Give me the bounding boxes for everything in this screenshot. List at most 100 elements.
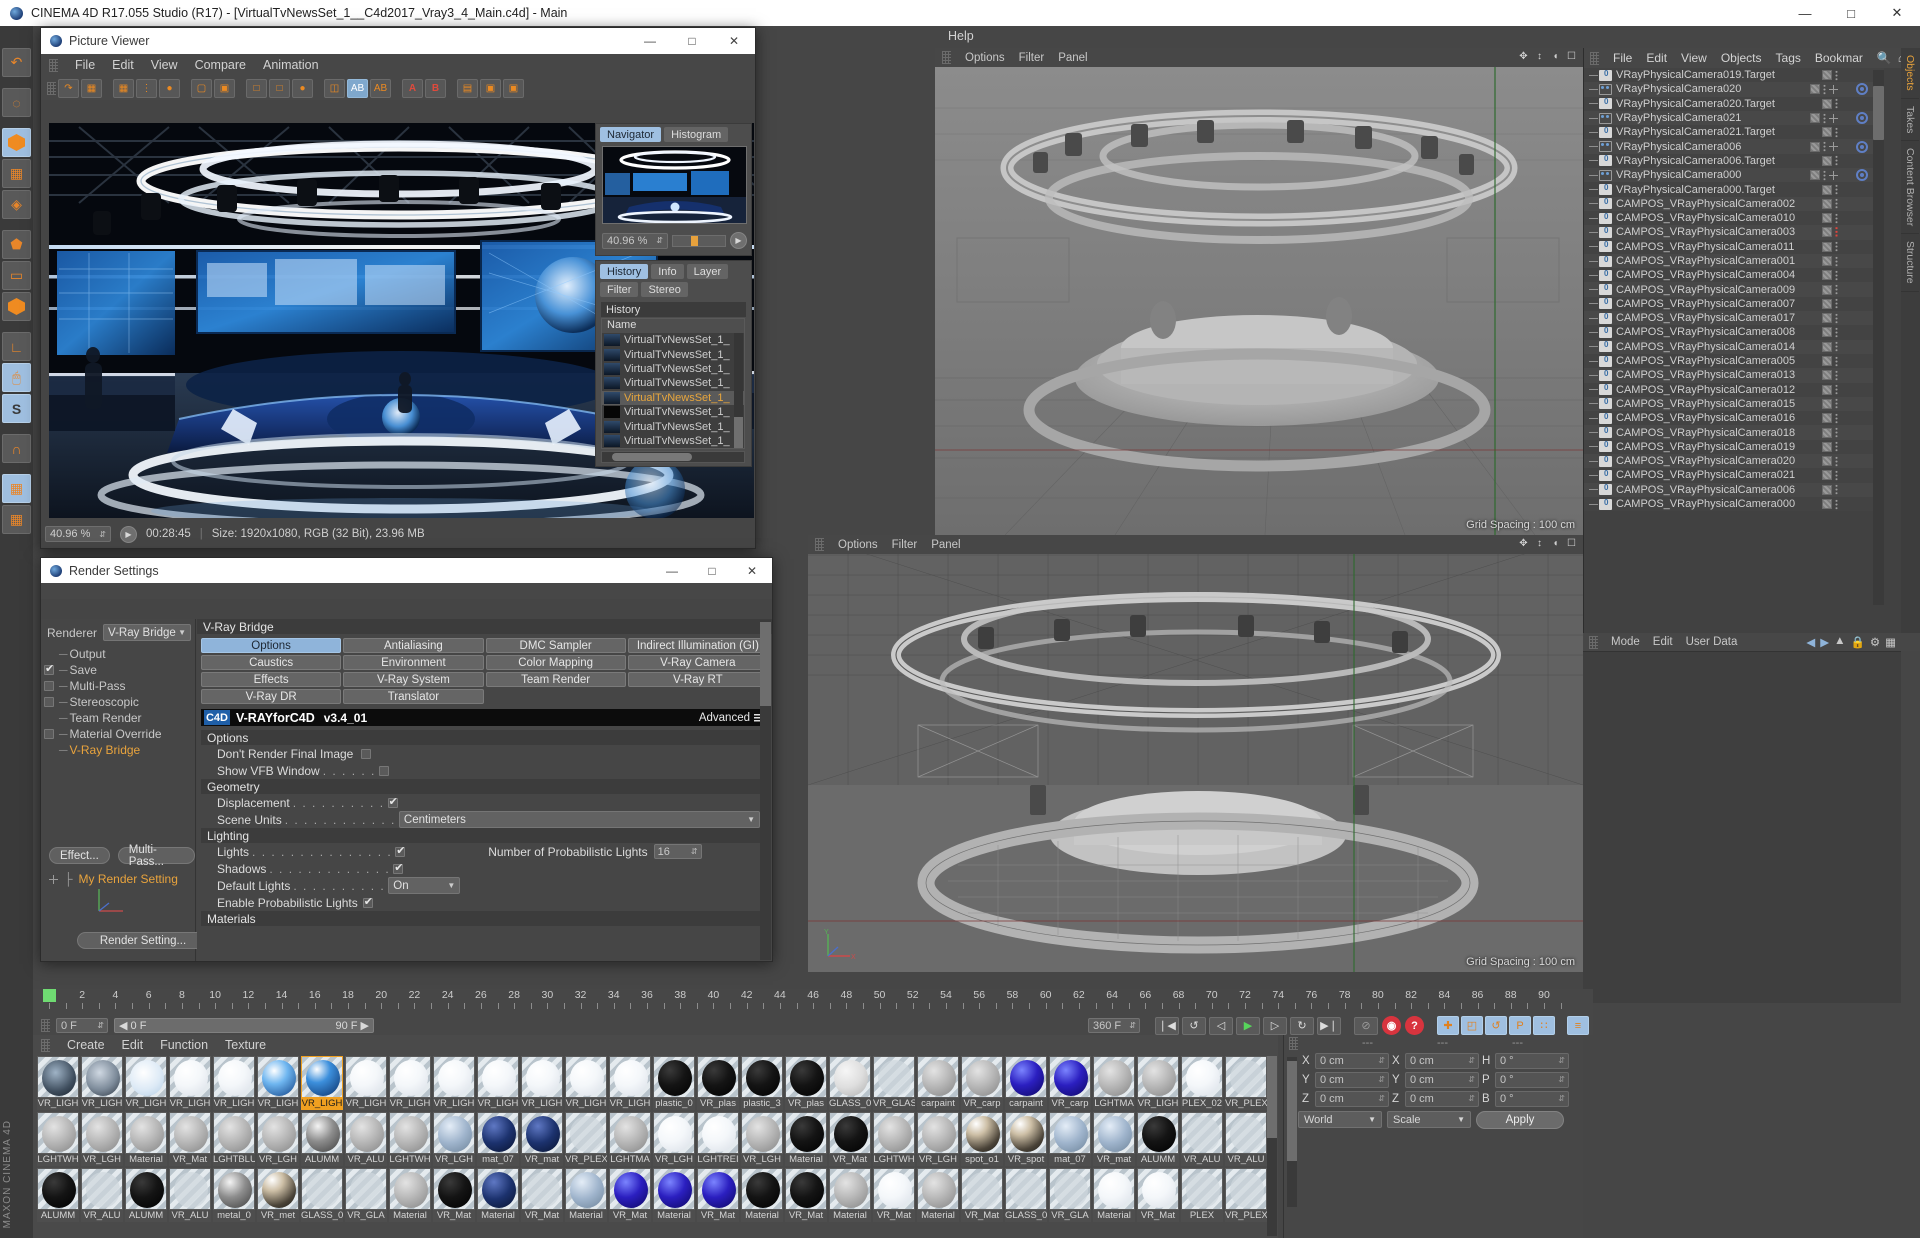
forward-arrow-icon[interactable]: ▶ [1820, 635, 1829, 649]
picture-viewer-window-controls[interactable]: — □ ✕ [629, 28, 755, 54]
material-tag-icon[interactable] [1822, 356, 1832, 366]
visibility-dot-icon[interactable] [1856, 169, 1868, 181]
size-field[interactable]: 0 cm⇵ [1405, 1053, 1479, 1069]
panel-gripper-icon[interactable] [41, 1019, 50, 1032]
object-tags[interactable] [1810, 170, 1838, 181]
material-cell[interactable]: plastic_0 [653, 1056, 695, 1110]
material-cell[interactable]: VR_plas [785, 1056, 827, 1110]
vray-tab-dmc-sampler[interactable]: DMC Sampler [486, 638, 626, 653]
pv-menu-view[interactable]: View [151, 58, 178, 72]
viewport-nav-icons[interactable]: ✥ ↕ ◖ ☐ [1518, 51, 1577, 62]
pin-icon[interactable]: ▲ [1834, 635, 1845, 649]
material-cell[interactable]: VR_Mat [609, 1168, 651, 1222]
navigator-play-icon[interactable]: ▶ [730, 232, 747, 249]
material-preview[interactable] [961, 1056, 1003, 1098]
material-preview[interactable] [37, 1056, 79, 1098]
matmgr-menu-texture[interactable]: Texture [225, 1038, 266, 1052]
material-cell[interactable]: VR_LGH [257, 1112, 299, 1166]
material-preview[interactable] [1005, 1112, 1047, 1154]
material-cell[interactable]: Material [565, 1168, 607, 1222]
render-settings-window-controls[interactable]: — □ ✕ [652, 558, 772, 583]
panel-gripper-icon[interactable] [942, 51, 951, 64]
material-tag-icon[interactable] [1822, 270, 1832, 280]
size-field[interactable]: 0 cm⇵ [1405, 1072, 1479, 1088]
visibility-dot-icon[interactable] [1856, 141, 1868, 153]
rotation-field[interactable]: 0 °⇵ [1495, 1091, 1569, 1107]
tag-dots-icon[interactable] [1835, 384, 1838, 395]
material-preview[interactable] [345, 1056, 387, 1098]
material-cell[interactable]: VR_ALU [81, 1168, 123, 1222]
material-cell[interactable]: VR_Mat [829, 1112, 871, 1166]
pv-zoom-field[interactable]: 40.96 % ⇵ [45, 526, 111, 542]
material-cell[interactable]: LGHTMA [609, 1112, 651, 1166]
object-row[interactable]: CAMPOS_VRayPhysicalCamera021 [1584, 468, 1884, 482]
tag-dots-icon[interactable] [1823, 170, 1826, 181]
material-cell[interactable]: LGHTREI [697, 1112, 739, 1166]
attr-menu-userdata[interactable]: User Data [1686, 636, 1738, 648]
rs-minimize-button[interactable]: — [652, 558, 692, 583]
tab-history[interactable]: History [600, 264, 648, 279]
material-cell[interactable]: Material [829, 1168, 871, 1222]
tag-dots-icon[interactable] [1835, 98, 1838, 109]
material-cell[interactable]: Material [741, 1168, 783, 1222]
material-preview[interactable] [125, 1112, 167, 1154]
tab-navigator[interactable]: Navigator [600, 127, 661, 142]
material-preview[interactable] [697, 1168, 739, 1210]
size-field[interactable]: 0 cm⇵ [1405, 1091, 1479, 1107]
material-tag-icon[interactable] [1822, 213, 1832, 223]
compare-a-icon[interactable]: □ [246, 79, 267, 98]
slider-thumb[interactable] [691, 236, 698, 246]
tag-dots-icon[interactable] [1823, 141, 1826, 152]
panel-gripper-icon[interactable] [815, 538, 824, 551]
orbit-icon[interactable]: ◖ [1550, 51, 1561, 62]
pv-play-icon[interactable]: ▶ [120, 526, 137, 543]
material-tag-icon[interactable] [1822, 499, 1832, 509]
object-row[interactable]: VRayPhysicalCamera019.Target [1584, 68, 1884, 82]
material-cell[interactable]: Material [917, 1168, 959, 1222]
orbit-icon[interactable]: ◖ [1550, 538, 1561, 549]
lights-checkbox[interactable] [395, 847, 405, 857]
object-tags[interactable] [1822, 298, 1838, 309]
object-tags[interactable] [1822, 341, 1838, 352]
history-tabs[interactable]: History Info Layer Filter Stereo [596, 261, 751, 300]
go-to-end-button[interactable]: ▶❘ [1317, 1017, 1341, 1035]
tag-dots-icon[interactable] [1835, 441, 1838, 452]
material-cell[interactable]: VR_carp [1049, 1056, 1091, 1110]
object-tags[interactable] [1822, 441, 1838, 452]
material-tag-icon[interactable] [1822, 313, 1832, 323]
material-cell[interactable]: LGHTWH [389, 1112, 431, 1166]
render-tree-item[interactable]: ─Team Render [41, 710, 195, 726]
material-tag-icon[interactable] [1822, 99, 1832, 109]
visibility-dot-icon[interactable] [1856, 112, 1868, 124]
navigator-zoom-controls[interactable]: 40.96 % ⇵ ▶ [602, 232, 747, 249]
object-list[interactable]: VRayPhysicalCamera019.TargetVRayPhysical… [1584, 68, 1884, 607]
viewport-menu-options[interactable]: Options [838, 539, 878, 551]
viewport-menu-panel[interactable]: Panel [1058, 52, 1087, 64]
target-tag-icon[interactable] [1829, 85, 1838, 94]
object-list-scrollbar[interactable] [1873, 70, 1884, 605]
material-cell[interactable]: VR_LIGH [433, 1056, 475, 1110]
material-preview[interactable] [521, 1168, 563, 1210]
material-cell[interactable]: VR_LIGH [565, 1056, 607, 1110]
effect-button[interactable]: Effect... [49, 847, 110, 864]
material-cell[interactable]: VR_LGH [433, 1112, 475, 1166]
object-row[interactable]: CAMPOS_VRayPhysicalCamera020 [1584, 454, 1884, 468]
tag-dots-icon[interactable] [1835, 127, 1838, 138]
object-row[interactable]: CAMPOS_VRayPhysicalCamera018 [1584, 425, 1884, 439]
target-tag-icon[interactable] [1829, 114, 1838, 123]
object-row[interactable]: CAMPOS_VRayPhysicalCamera011 [1584, 240, 1884, 254]
window-controls[interactable]: — □ ✕ [1782, 0, 1920, 26]
material-cell[interactable]: VR_LIGH [213, 1056, 255, 1110]
pv-minimize-button[interactable]: — [629, 28, 671, 54]
go-to-start-button[interactable]: ❘◀ [1155, 1017, 1179, 1035]
point-mode-icon[interactable]: ⬟ [2, 230, 31, 259]
lock-icon[interactable]: 🔒 [1850, 635, 1864, 649]
transport-controls[interactable]: ❘◀↺◁▶▷↻▶❘ [1155, 1017, 1341, 1035]
object-tags[interactable] [1822, 256, 1838, 267]
tag-dots-icon[interactable] [1835, 341, 1838, 352]
axis-icon[interactable]: ∟ [2, 332, 31, 361]
material-tag-icon[interactable] [1810, 142, 1820, 152]
model-mode-icon[interactable] [2, 128, 31, 157]
render-tree-checkbox[interactable] [44, 681, 54, 691]
material-cell[interactable]: Material [785, 1112, 827, 1166]
